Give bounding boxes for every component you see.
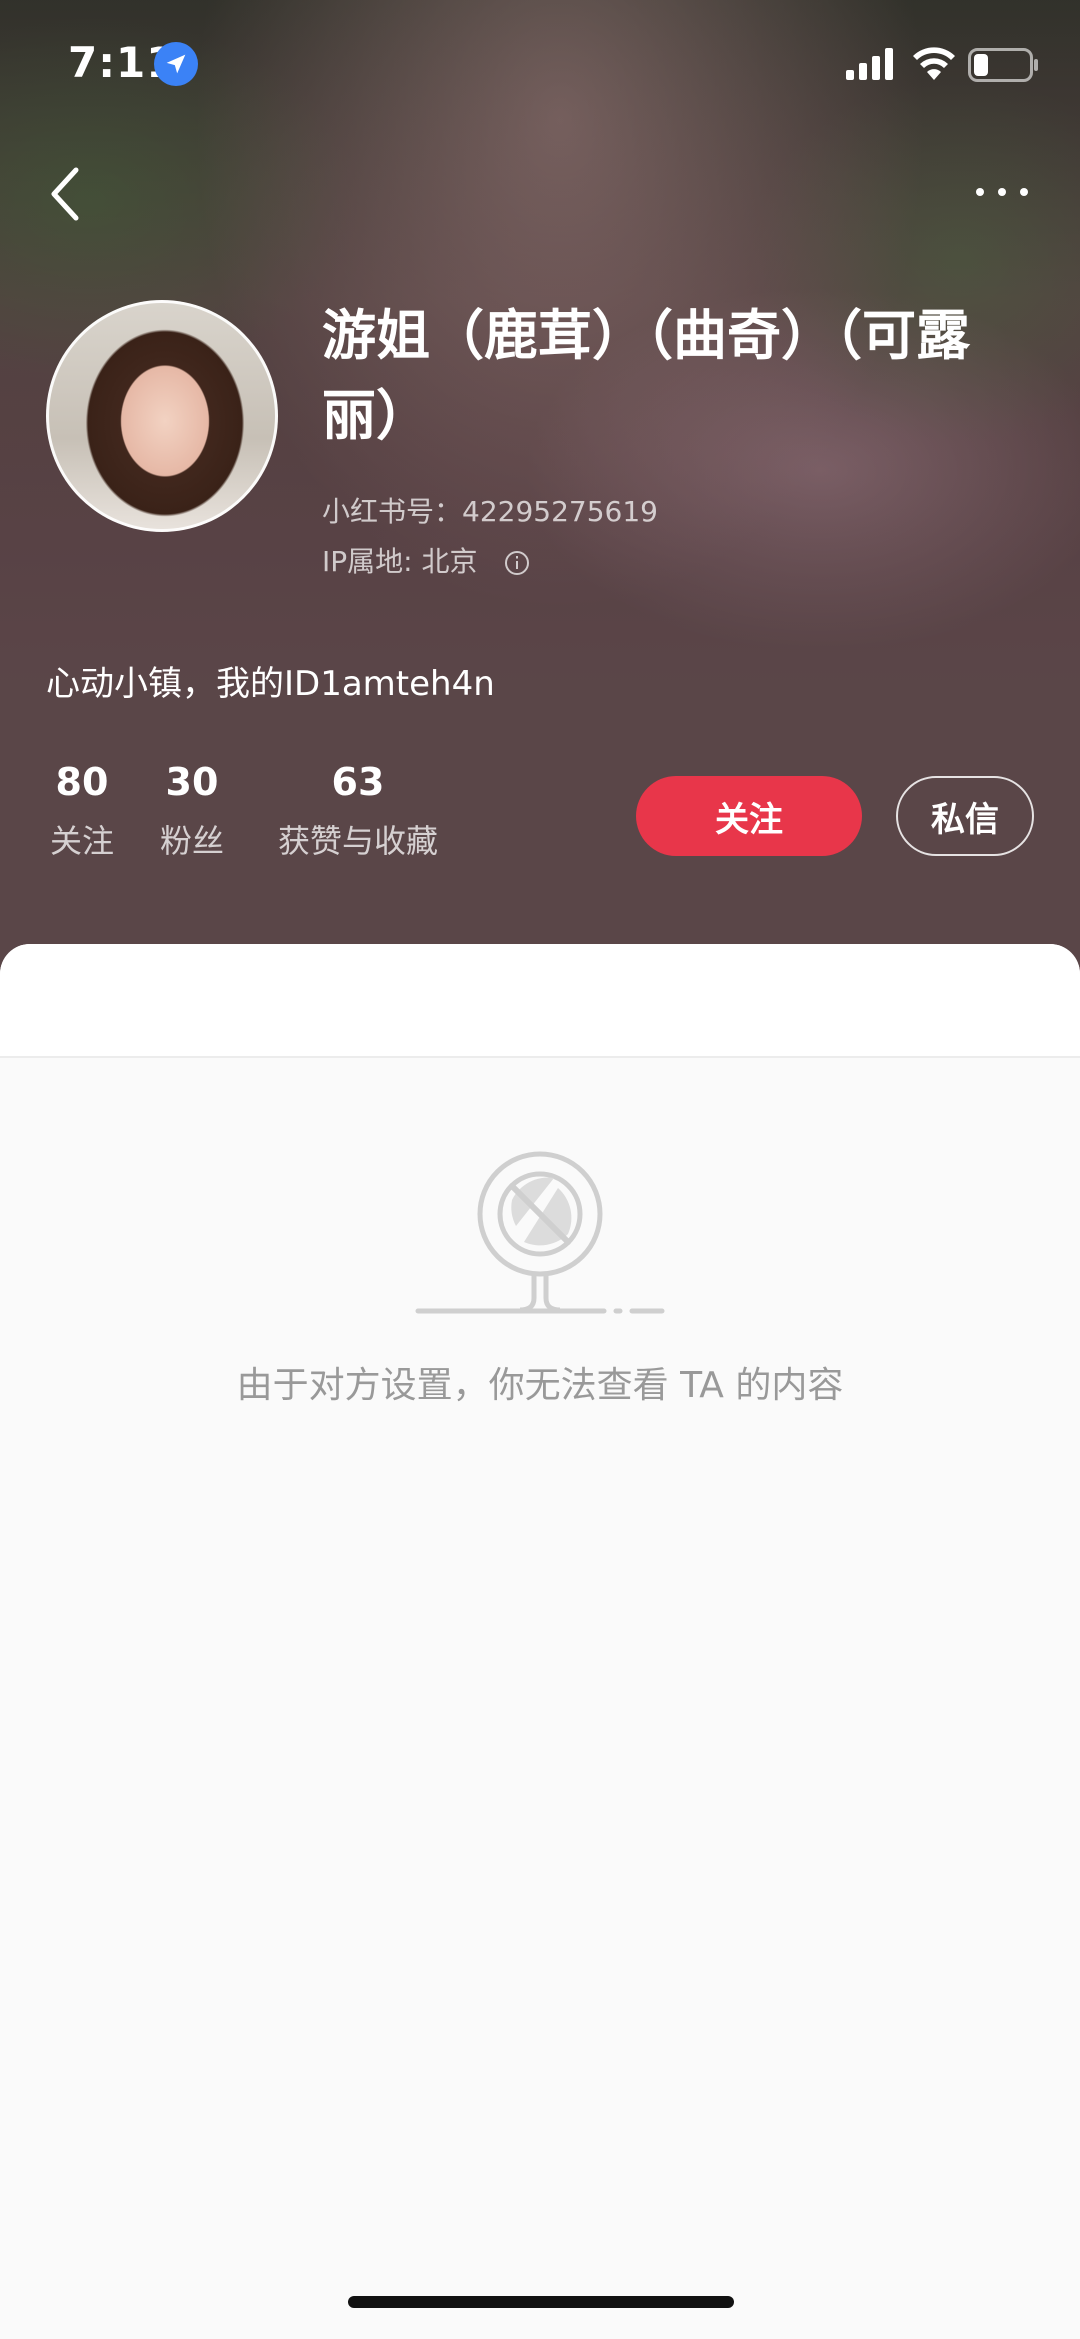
stat-value: 63	[331, 760, 385, 804]
ip-location-row: IP属地: 北京	[322, 540, 530, 580]
stat-likes-collections[interactable]: 63 获赞与收藏	[268, 760, 448, 862]
status-bar: 7:11	[0, 0, 1080, 130]
stat-label: 获赞与收藏	[277, 822, 438, 860]
profile-name: 游姐（鹿茸）（曲奇）（可露丽）	[322, 304, 970, 447]
info-icon[interactable]	[504, 550, 530, 576]
back-chevron-icon[interactable]	[46, 164, 86, 224]
avatar[interactable]	[46, 300, 278, 532]
stat-label: 粉丝	[159, 822, 224, 860]
profile-bio: 心动小镇，我的ID1amteh4n	[46, 664, 495, 704]
ip-location: IP属地: 北京	[322, 545, 478, 578]
redbook-id[interactable]: 小红书号：42295275619	[322, 490, 658, 530]
stat-followers[interactable]: 30 粉丝	[156, 760, 228, 862]
stat-value: 80	[55, 760, 109, 804]
divider	[0, 1056, 1080, 1058]
stat-following[interactable]: 80 关注	[46, 760, 118, 862]
cellular-signal-icon	[846, 48, 893, 80]
more-options-icon[interactable]	[972, 172, 1032, 212]
battery-icon	[968, 48, 1038, 82]
home-indicator[interactable]	[348, 2296, 734, 2308]
stat-label: 关注	[49, 822, 114, 860]
tab-bar-area	[0, 944, 1080, 1056]
stat-value: 30	[165, 760, 219, 804]
content-blocked-icon	[415, 1151, 665, 1314]
follow-button[interactable]: 关注	[636, 776, 862, 856]
wifi-icon	[913, 47, 955, 80]
empty-state-message: 由于对方设置，你无法查看 TA 的内容	[236, 1365, 844, 1406]
location-arrow-icon	[154, 42, 198, 86]
message-button[interactable]: 私信	[896, 776, 1034, 856]
